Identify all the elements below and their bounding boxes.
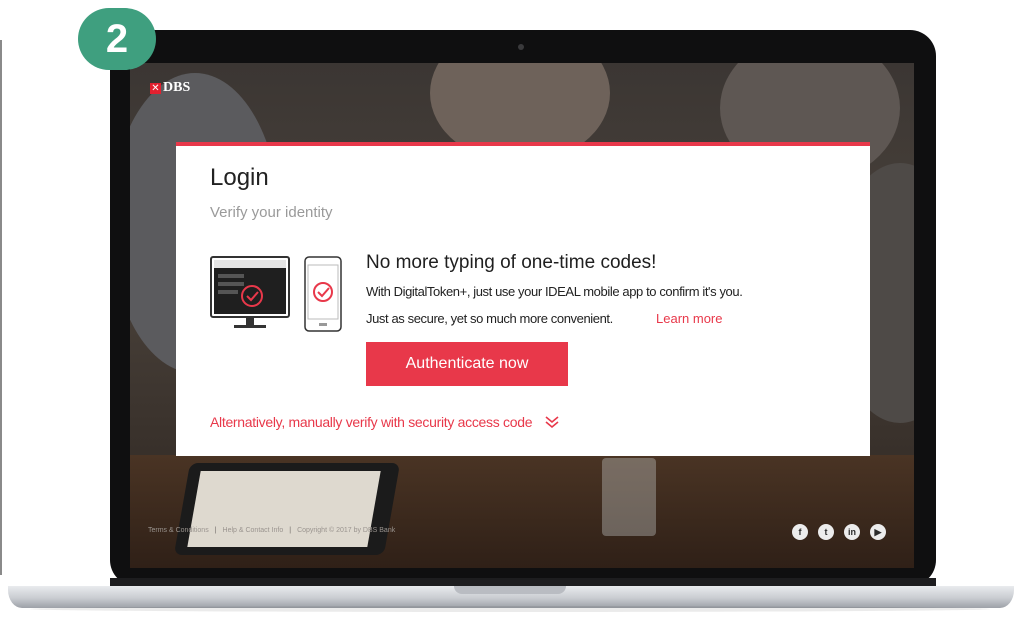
footer-links: Terms & Conditions | Help & Contact Info… bbox=[148, 527, 395, 534]
copyright-text: Copyright © 2017 by DBS Bank bbox=[297, 527, 396, 534]
notepad bbox=[187, 471, 381, 547]
learn-more-link[interactable]: Learn more bbox=[656, 311, 722, 326]
dbs-logo-mark-icon: ✕ bbox=[150, 82, 161, 94]
laptop-opening-notch bbox=[454, 586, 566, 594]
mobile-phone-icon bbox=[304, 256, 342, 332]
footer-separator: | bbox=[214, 527, 217, 534]
laptop-hinge bbox=[110, 578, 936, 586]
step-number-badge: 2 bbox=[78, 8, 156, 70]
double-chevron-down-icon bbox=[545, 416, 559, 429]
promo-tagline: Just as secure, yet so much more conveni… bbox=[366, 311, 613, 326]
facebook-icon[interactable]: f bbox=[792, 524, 808, 540]
linkedin-icon[interactable]: in bbox=[844, 524, 860, 540]
left-divider bbox=[0, 40, 2, 575]
desktop-monitor-icon bbox=[210, 256, 290, 328]
dbs-logo[interactable]: ✕ DBS bbox=[150, 80, 190, 96]
laptop-shadow bbox=[30, 606, 990, 612]
twitter-icon[interactable]: t bbox=[818, 524, 834, 540]
water-glass bbox=[602, 458, 656, 536]
youtube-icon[interactable]: ▶ bbox=[870, 524, 886, 540]
promo-heading: No more typing of one-time codes! bbox=[366, 252, 657, 273]
login-card: Login Verify your identity No more typin… bbox=[176, 142, 870, 456]
footer-separator: | bbox=[289, 527, 292, 534]
webcam-icon bbox=[518, 44, 524, 50]
page-subtitle: Verify your identity bbox=[210, 204, 333, 221]
terms-link[interactable]: Terms & Conditions bbox=[148, 527, 209, 534]
manual-verify-link-label: Alternatively, manually verify with secu… bbox=[210, 414, 533, 430]
social-links: f t in ▶ bbox=[792, 524, 886, 540]
manual-verify-link[interactable]: Alternatively, manually verify with secu… bbox=[210, 414, 560, 430]
promo-description: With DigitalToken+, just use your IDEAL … bbox=[366, 284, 743, 299]
dbs-logo-text: DBS bbox=[163, 80, 191, 95]
help-contact-link[interactable]: Help & Contact Info bbox=[223, 527, 284, 534]
authenticate-now-button[interactable]: Authenticate now bbox=[366, 342, 568, 386]
page-title: Login bbox=[210, 164, 269, 191]
